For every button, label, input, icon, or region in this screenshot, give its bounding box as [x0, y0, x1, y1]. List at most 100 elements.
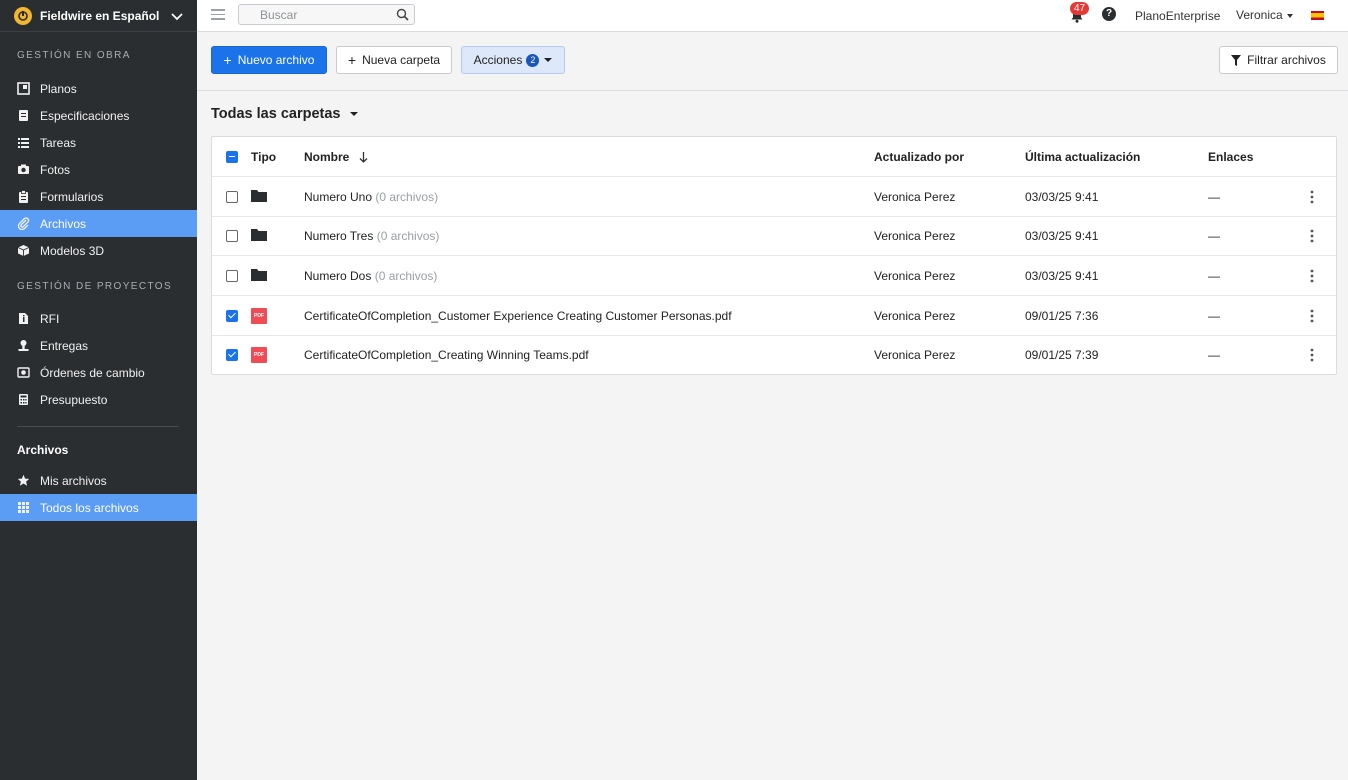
- sidebar-item-especificaciones[interactable]: Especificaciones: [0, 102, 197, 129]
- tasks-icon: [17, 136, 30, 149]
- caret-down-icon: [349, 112, 358, 116]
- sidebar-item-label: Planos: [40, 81, 77, 96]
- section-gestion-de-proyectos: GESTIÓN DE PROYECTOS: [17, 281, 173, 292]
- row-name[interactable]: Numero Tres (0 archivos): [304, 229, 439, 243]
- header-updated-by[interactable]: Actualizado por: [874, 150, 964, 164]
- table-row[interactable]: PDF CertificateOfCompletion_Customer Exp…: [212, 296, 1336, 336]
- header-type[interactable]: Tipo: [251, 150, 276, 164]
- row-name[interactable]: CertificateOfCompletion_Creating Winning…: [304, 348, 589, 362]
- more-vertical-icon[interactable]: [1308, 190, 1316, 204]
- row-name-text: CertificateOfCompletion_Customer Experie…: [304, 308, 732, 323]
- files-table: Tipo Nombre Actualizado por Última actua…: [211, 136, 1337, 375]
- submittal-icon: [17, 339, 30, 352]
- table-row[interactable]: Numero Tres (0 archivos) Veronica Perez …: [212, 216, 1336, 256]
- more-vertical-icon[interactable]: [1308, 269, 1316, 283]
- cube-icon: [17, 244, 30, 257]
- row-updated-by: Veronica Perez: [874, 308, 956, 323]
- folder-icon: [251, 228, 267, 244]
- sort-arrow-down-icon: [359, 151, 368, 163]
- sidebar-item-tareas[interactable]: Tareas: [0, 129, 197, 156]
- new-folder-button[interactable]: + Nueva carpeta: [336, 46, 452, 74]
- user-name: Veronica: [1236, 8, 1283, 22]
- sidebar-item-modelos-3d[interactable]: Modelos 3D: [0, 237, 197, 264]
- notification-badge[interactable]: 47: [1070, 2, 1090, 15]
- new-file-button[interactable]: + Nuevo archivo: [211, 46, 327, 74]
- workspace-switcher[interactable]: Fieldwire en Español: [0, 0, 197, 32]
- star-icon: [17, 474, 30, 487]
- actions-label: Acciones: [473, 53, 523, 67]
- row-meta: (0 archivos): [374, 268, 438, 283]
- sidebar-item-label: Tareas: [40, 135, 77, 150]
- row-updated-by: Veronica Perez: [874, 228, 956, 243]
- row-checkbox[interactable]: [226, 190, 238, 203]
- help-icon[interactable]: ?: [1102, 7, 1116, 21]
- folder-selector-label: Todas las carpetas: [211, 106, 341, 122]
- row-date: 03/03/25 9:41: [1025, 228, 1099, 243]
- sidebar-item-planos[interactable]: Planos: [0, 75, 197, 102]
- plans-icon: [17, 82, 30, 95]
- row-checkbox[interactable]: [226, 229, 238, 242]
- table-row[interactable]: PDF CertificateOfCompletion_Creating Win…: [212, 335, 1336, 375]
- filter-files-button[interactable]: Filtrar archivos: [1219, 46, 1338, 74]
- row-checkbox[interactable]: [226, 349, 238, 361]
- search-icon[interactable]: [396, 8, 409, 21]
- row-date: 03/03/25 9:41: [1025, 268, 1099, 283]
- spain-flag-icon[interactable]: [1311, 11, 1324, 20]
- user-menu[interactable]: Veronica: [1236, 8, 1293, 22]
- row-checkbox[interactable]: [226, 309, 238, 322]
- select-all-checkbox[interactable]: [226, 150, 238, 163]
- sidebar-divider: [17, 426, 179, 427]
- row-links: —: [1208, 308, 1220, 323]
- selected-count-badge: 2: [526, 53, 540, 67]
- sidebar-item-formularios[interactable]: Formularios: [0, 183, 197, 210]
- caret-down-icon: [544, 58, 553, 62]
- row-name-text: CertificateOfCompletion_Creating Winning…: [304, 348, 589, 362]
- sidebar-item-label: Presupuesto: [40, 392, 108, 407]
- workspace-name: Fieldwire en Español: [40, 8, 160, 23]
- header-last-update[interactable]: Última actualización: [1025, 150, 1140, 164]
- new-file-label: Nuevo archivo: [237, 53, 315, 67]
- pdf-icon: PDF: [251, 347, 267, 363]
- row-meta: (0 archivos): [376, 228, 440, 243]
- sidebar-item-ordenes-de-cambio[interactable]: Órdenes de cambio: [0, 359, 197, 386]
- sidebar-item-todos-los-archivos[interactable]: Todos los archivos: [0, 494, 197, 521]
- sidebar-item-mis-archivos[interactable]: Mis archivos: [0, 467, 197, 494]
- sidebar-item-label: Modelos 3D: [40, 243, 105, 258]
- row-updated-by: Veronica Perez: [874, 348, 956, 362]
- row-name-text: Numero Uno: [304, 189, 373, 204]
- sidebar-item-fotos[interactable]: Fotos: [0, 156, 197, 183]
- menu-icon[interactable]: [211, 9, 225, 21]
- more-vertical-icon[interactable]: [1308, 348, 1316, 362]
- header-name[interactable]: Nombre: [304, 150, 368, 164]
- search-box[interactable]: [238, 4, 415, 25]
- search-input[interactable]: [239, 5, 379, 24]
- sidebar-item-entregas[interactable]: Entregas: [0, 332, 197, 359]
- folder-selector[interactable]: Todas las carpetas: [211, 106, 358, 122]
- plus-icon: +: [223, 52, 232, 68]
- sidebar-item-presupuesto[interactable]: Presupuesto: [0, 386, 197, 413]
- specs-icon: [17, 109, 30, 122]
- more-vertical-icon[interactable]: [1308, 309, 1316, 323]
- sidebar-item-archivos[interactable]: Archivos: [0, 210, 197, 237]
- header-links[interactable]: Enlaces: [1208, 150, 1253, 164]
- more-vertical-icon[interactable]: [1308, 229, 1316, 243]
- sidebar-item-rfi[interactable]: RFI: [0, 305, 197, 332]
- row-name[interactable]: Numero Uno (0 archivos): [304, 190, 438, 204]
- table-row[interactable]: Numero Uno (0 archivos) Veronica Perez 0…: [212, 177, 1336, 217]
- fieldwire-logo-icon: [14, 6, 32, 25]
- chevron-down-icon[interactable]: [169, 8, 185, 24]
- row-links: —: [1208, 268, 1220, 283]
- table-row[interactable]: Numero Dos (0 archivos) Veronica Perez 0…: [212, 256, 1336, 296]
- sidebar-item-label: Formularios: [40, 189, 104, 204]
- sidebar-item-label: Especificaciones: [40, 108, 130, 123]
- grid-icon: [17, 501, 30, 514]
- topbar: 47 ? PlanoEnterprise Veronica: [197, 0, 1348, 32]
- row-links: —: [1208, 228, 1220, 243]
- change-order-icon: [17, 366, 30, 379]
- row-checkbox[interactable]: [226, 269, 238, 282]
- row-name[interactable]: Numero Dos (0 archivos): [304, 269, 437, 283]
- row-name[interactable]: CertificateOfCompletion_Customer Experie…: [304, 309, 732, 323]
- filter-icon: [1231, 54, 1242, 66]
- row-updated-by: Veronica Perez: [874, 268, 956, 283]
- actions-dropdown-button[interactable]: Acciones 2: [461, 46, 565, 74]
